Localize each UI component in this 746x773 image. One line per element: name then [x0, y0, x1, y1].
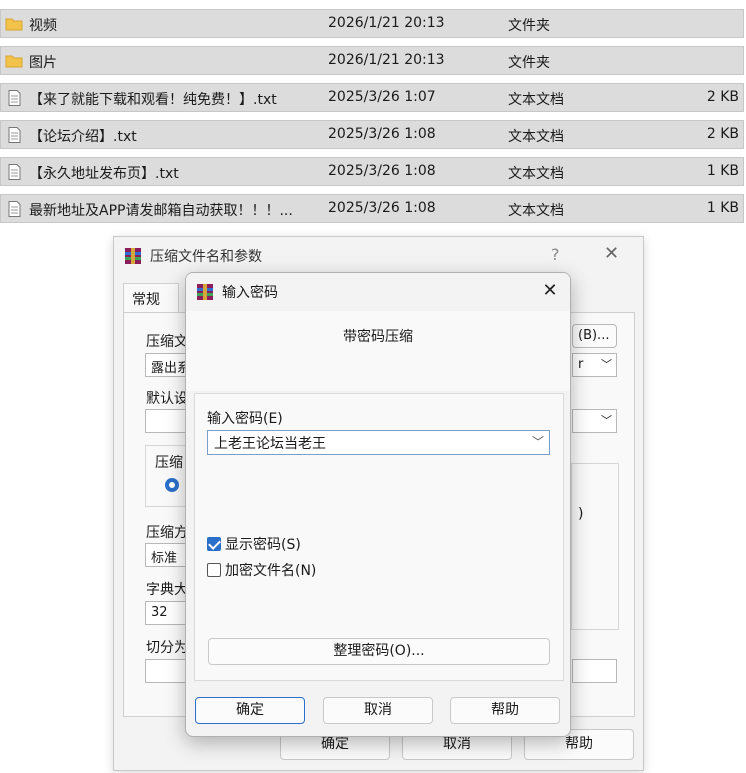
text-file-icon — [8, 127, 21, 143]
format-group-label: 压缩 — [155, 455, 183, 471]
chevron-down-icon[interactable]: ﹀ — [532, 433, 544, 450]
file-name: 【来了就能下载和观看！纯免费！】.txt — [29, 92, 277, 108]
show-password-checkbox[interactable]: 显示密码(S) — [207, 534, 301, 554]
default-profile-label: 默认设 — [146, 391, 188, 407]
close-icon[interactable]: ✕ — [604, 243, 619, 264]
file-name: 最新地址及APP请发邮箱自动获取！！！... — [29, 203, 293, 219]
password-group: 输入密码(E) 上老王论坛当老王 ﹀ 显示密码(S) 加密文件名(N) 整理密码… — [194, 393, 564, 681]
organize-passwords-button[interactable]: 整理密码(O)... — [208, 638, 550, 665]
file-type: 文本文档 — [508, 129, 564, 145]
cancel-button[interactable]: 取消 — [323, 697, 433, 724]
file-type: 文本文档 — [508, 92, 564, 108]
file-date: 2026/1/21 20:13 — [328, 15, 445, 31]
file-row[interactable]: 图片 2026/1/21 20:13 文件夹 — [0, 46, 744, 75]
winrar-logo-icon — [125, 248, 141, 264]
ok-button[interactable]: 确定 — [195, 697, 305, 724]
file-name: 【永久地址发布页】.txt — [29, 166, 179, 182]
title-bar: 输入密码 ✕ — [186, 273, 570, 311]
file-size: 1 KB — [706, 163, 739, 179]
radio-selected-icon[interactable] — [165, 478, 179, 492]
file-size: 1 KB — [706, 200, 739, 216]
chevron-down-icon: ﹀ — [601, 358, 612, 371]
file-name: 视频 — [29, 18, 57, 34]
dialog-title: 输入密码 — [222, 285, 278, 301]
encrypt-names-checkbox[interactable]: 加密文件名(N) — [207, 560, 316, 580]
header-text: 带密码压缩 — [343, 329, 413, 345]
archive-name-label: 压缩文 — [146, 334, 188, 350]
file-date: 2025/3/26 1:07 — [328, 89, 436, 105]
file-date: 2025/3/26 1:08 — [328, 126, 436, 142]
help-icon[interactable]: ? — [551, 245, 560, 264]
file-row[interactable]: 【来了就能下载和观看！纯免费！】.txt 2025/3/26 1:07 文本文档… — [0, 83, 744, 112]
file-name: 【论坛介绍】.txt — [29, 129, 137, 145]
options-paren: ) — [578, 506, 584, 522]
help-button[interactable]: 帮助 — [450, 697, 560, 724]
tab-general[interactable]: 常规 — [123, 283, 179, 313]
file-date: 2026/1/21 20:13 — [328, 52, 445, 68]
file-type: 文本文档 — [508, 166, 564, 182]
file-size: 2 KB — [706, 126, 739, 142]
format-value: r — [578, 357, 584, 372]
encrypt-names-label: 加密文件名(N) — [225, 563, 317, 579]
dictionary-label: 字典大 — [146, 582, 188, 598]
browse-button[interactable]: (B)... — [572, 324, 617, 348]
file-row[interactable]: 最新地址及APP请发邮箱自动获取！！！... 2025/3/26 1:08 文本… — [0, 194, 744, 223]
file-type: 文本文档 — [508, 203, 564, 219]
text-file-icon — [8, 164, 21, 180]
format-select[interactable]: r ﹀ — [572, 353, 617, 377]
chevron-down-icon: ﹀ — [601, 414, 612, 427]
file-type: 文件夹 — [508, 18, 550, 34]
winrar-logo-icon — [197, 284, 213, 300]
folder-icon — [5, 55, 23, 68]
profile-select[interactable]: ﹀ — [572, 409, 617, 433]
file-row[interactable]: 【永久地址发布页】.txt 2025/3/26 1:08 文本文档 1 KB — [0, 157, 744, 186]
checkbox-checked-icon[interactable] — [207, 537, 221, 551]
file-date: 2025/3/26 1:08 — [328, 200, 436, 216]
text-file-icon — [8, 201, 21, 217]
file-type: 文件夹 — [508, 55, 550, 71]
folder-icon — [5, 18, 23, 31]
file-size: 2 KB — [706, 89, 739, 105]
password-value: 上老王论坛当老王 — [214, 436, 326, 452]
file-row[interactable]: 【论坛介绍】.txt 2025/3/26 1:08 文本文档 2 KB — [0, 120, 744, 149]
file-row[interactable]: 视频 2026/1/21 20:13 文件夹 — [0, 9, 744, 38]
dialog-header: 带密码压缩 — [186, 311, 570, 391]
close-icon[interactable]: ✕ — [538, 279, 562, 303]
password-input[interactable]: 上老王论坛当老王 ﹀ — [207, 430, 550, 455]
dialog-title: 压缩文件名和参数 — [150, 249, 262, 265]
password-dialog: 输入密码 ✕ 带密码压缩 输入密码(E) 上老王论坛当老王 ﹀ 显示密码(S) … — [185, 272, 571, 737]
split-select[interactable] — [572, 659, 617, 683]
split-label: 切分为 — [146, 640, 188, 656]
password-label: 输入密码(E) — [207, 411, 283, 427]
checkbox-unchecked-icon[interactable] — [207, 563, 221, 577]
text-file-icon — [8, 90, 21, 106]
options-group: ) — [571, 463, 619, 630]
file-name: 图片 — [29, 55, 57, 71]
method-label: 压缩方 — [146, 525, 188, 541]
show-password-label: 显示密码(S) — [225, 537, 301, 553]
file-date: 2025/3/26 1:08 — [328, 163, 436, 179]
